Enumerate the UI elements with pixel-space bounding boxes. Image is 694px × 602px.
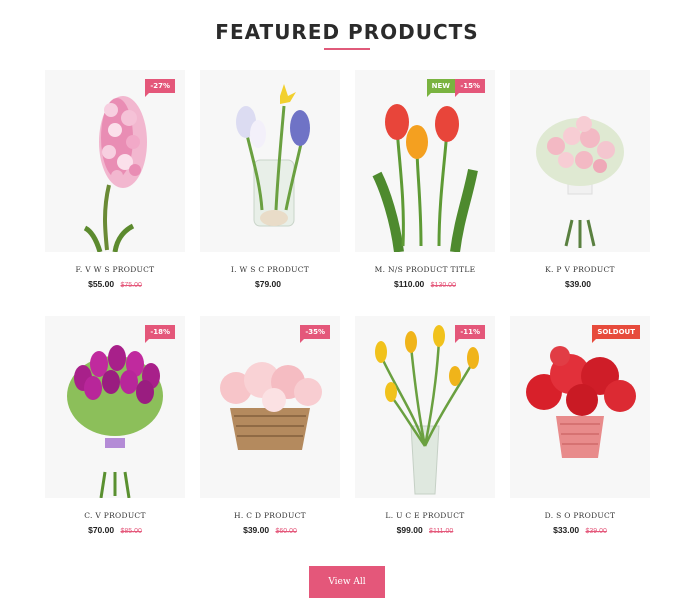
product-name[interactable]: C. V PRODUCT [45, 511, 185, 520]
product-price: $79.00 [200, 279, 340, 289]
product-card[interactable]: -27% F. V W S PRODUCT $55.00 $75.00 [45, 70, 185, 316]
pink-hyacinth-icon [83, 96, 147, 252]
view-all-button[interactable]: View All [309, 566, 385, 598]
old-price: $111.00 [429, 528, 454, 535]
product-name[interactable]: I. W S C PRODUCT [200, 265, 340, 274]
product-image[interactable]: -11% [355, 316, 495, 498]
product-price: $55.00 $75.00 [45, 279, 185, 289]
current-price: $39.00 [243, 525, 270, 535]
product-price: $70.00 $85.00 [45, 525, 185, 535]
old-price: $75.00 [120, 282, 142, 289]
product-image[interactable] [510, 70, 650, 252]
product-name[interactable]: M. N/S PRODUCT TITLE [355, 265, 495, 274]
red-tulips-icon [372, 104, 478, 252]
current-price: $39.00 [565, 279, 591, 289]
product-name[interactable]: L. U C E PRODUCT [355, 511, 495, 520]
current-price: $110.00 [394, 279, 425, 289]
product-image[interactable]: NEW -15% [355, 70, 495, 252]
product-price: $99.00 $111.00 [355, 525, 495, 535]
current-price: $33.00 [553, 525, 580, 535]
product-price: $33.00 $39.00 [510, 525, 650, 535]
old-price: $39.00 [585, 528, 607, 535]
product-name[interactable]: H. C D PRODUCT [200, 511, 340, 520]
new-badge: NEW [426, 79, 455, 97]
product-price: $110.00 $130.00 [355, 279, 495, 289]
product-card[interactable]: -11% L. U C E PRODUCT $99.00 $111.00 [355, 316, 495, 562]
title-underline [324, 48, 370, 50]
current-price: $99.00 [396, 525, 423, 535]
discount-badge: -18% [145, 325, 175, 343]
discount-badge: -15% [455, 79, 485, 97]
product-image[interactable]: -27% [45, 70, 185, 252]
discount-badge: -35% [300, 325, 330, 343]
product-card[interactable]: K. P V PRODUCT $39.00 [510, 70, 650, 316]
red-roses-pot-icon [526, 346, 636, 458]
product-image[interactable]: SOLDOUT [510, 316, 650, 498]
current-price: $79.00 [255, 279, 281, 289]
product-card[interactable]: SOLDOUT D. S O PRODUCT $33.00 $39.00 [510, 316, 650, 562]
product-price: $39.00 $60.00 [200, 525, 340, 535]
bulbs-in-vase-icon [236, 84, 310, 227]
soldout-badge: SOLDOUT [592, 325, 640, 343]
product-image[interactable]: -35% [200, 316, 340, 498]
section-title: FEATURED PRODUCTS [215, 20, 479, 44]
product-card[interactable]: -35% H. C D PRODUCT $39.00 $60.00 [200, 316, 340, 562]
old-price: $60.00 [275, 528, 297, 535]
current-price: $55.00 [88, 279, 115, 289]
current-price: $70.00 [88, 525, 115, 535]
product-image[interactable] [200, 70, 340, 252]
old-price: $130.00 [430, 282, 456, 289]
product-name[interactable]: D. S O PRODUCT [510, 511, 650, 520]
discount-badge: -27% [145, 79, 175, 97]
product-image[interactable]: -18% [45, 316, 185, 498]
roses-basket-icon [220, 362, 322, 450]
discount-badge: -11% [455, 325, 485, 343]
old-price: $85.00 [120, 528, 142, 535]
rose-bouquet-icon [536, 116, 624, 248]
product-name[interactable]: K. P V PRODUCT [510, 265, 650, 274]
product-card[interactable]: -18% C. V PRODUCT $70.00 $85.00 [45, 316, 185, 562]
product-card[interactable]: I. W S C PRODUCT $79.00 [200, 70, 340, 316]
product-grid: -27% F. V W S PRODUCT $55.00 $75.00 I. W… [45, 70, 650, 562]
product-card[interactable]: NEW -15% M. N/S PRODUCT TITLE $110.00 $1… [355, 70, 495, 316]
yellow-tulips-vase-icon [375, 325, 479, 495]
purple-tulips-icon [67, 345, 163, 498]
product-name[interactable]: F. V W S PRODUCT [45, 265, 185, 274]
product-price: $39.00 [510, 279, 650, 289]
